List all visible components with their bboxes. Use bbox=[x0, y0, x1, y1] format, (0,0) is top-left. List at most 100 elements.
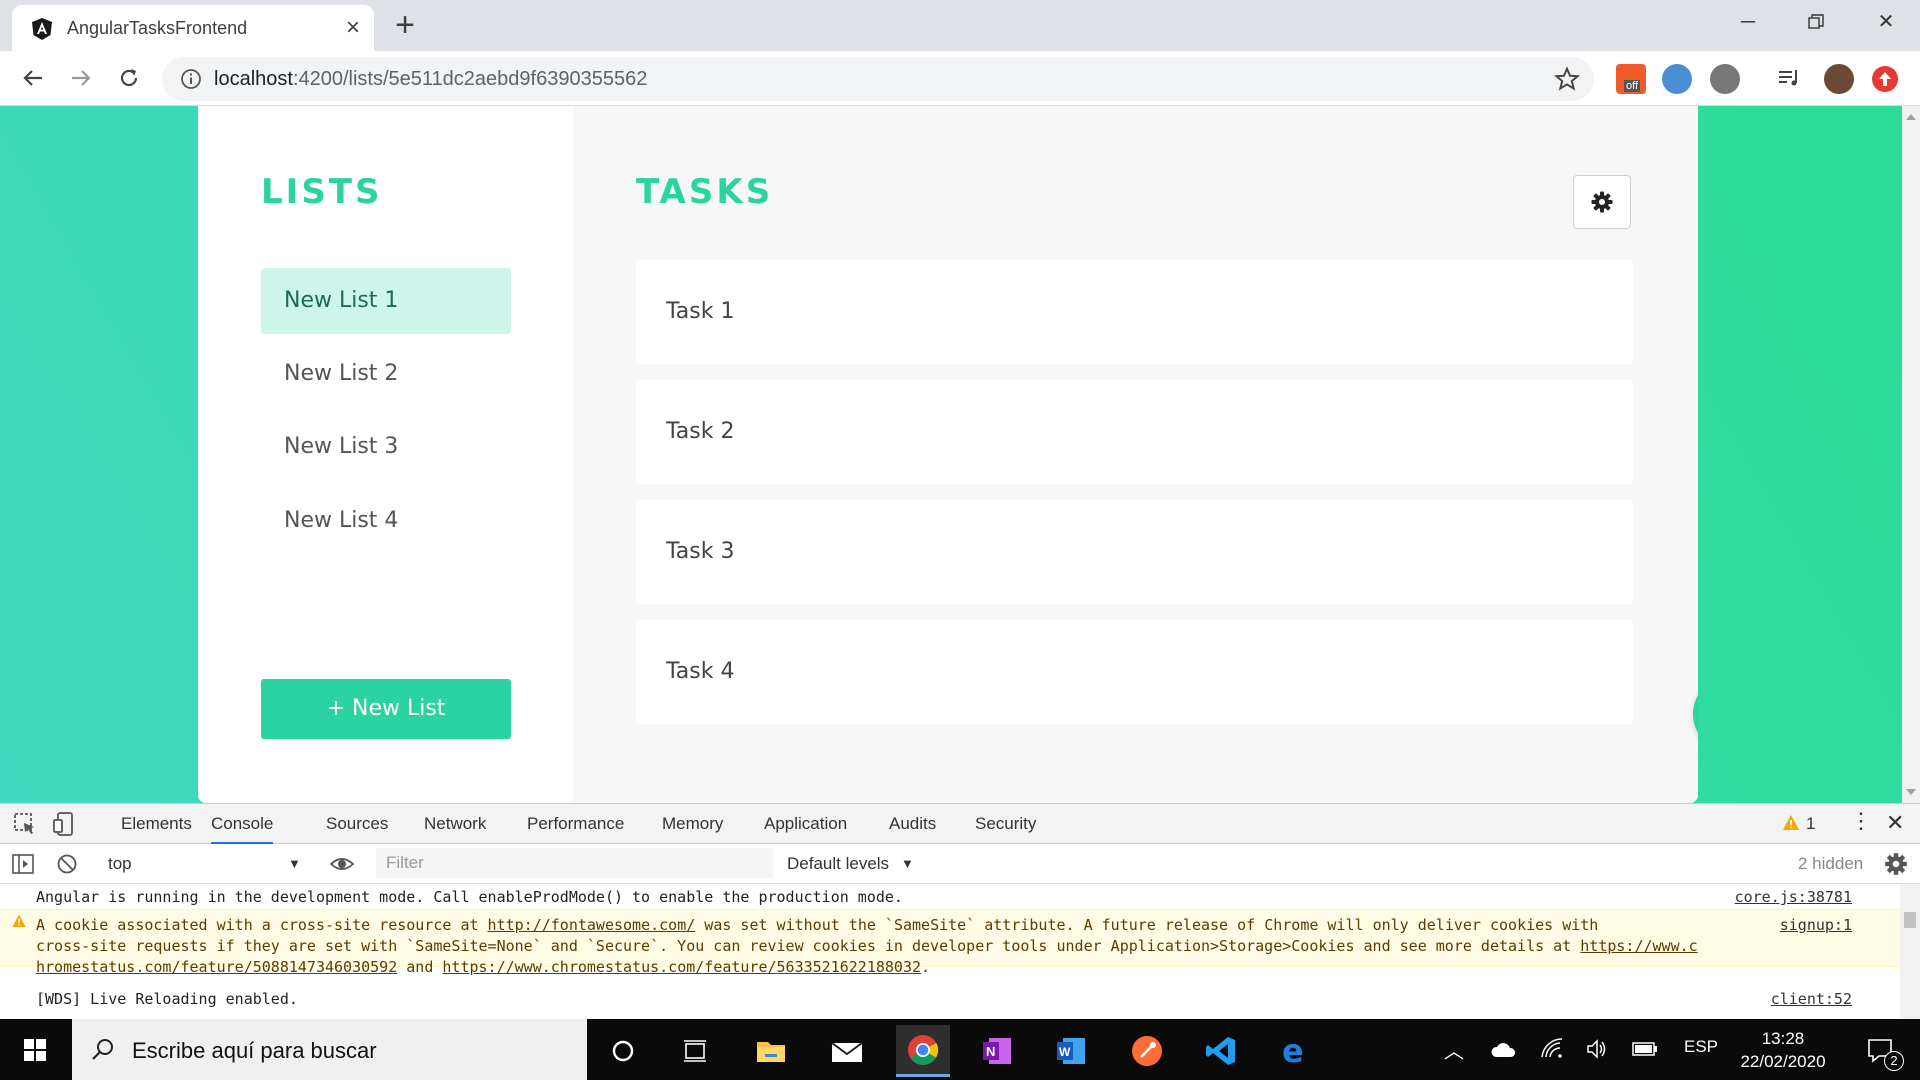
context-selector[interactable]: top bbox=[108, 854, 132, 874]
tab-console[interactable]: Console bbox=[211, 814, 274, 844]
more-options-icon[interactable]: ⋮ bbox=[1850, 810, 1872, 832]
postman-icon[interactable] bbox=[1120, 1025, 1174, 1077]
tray-chevron-icon[interactable]: ︿ bbox=[1444, 1035, 1464, 1064]
forward-arrow-icon[interactable] bbox=[66, 63, 96, 93]
tab-sources[interactable]: Sources bbox=[326, 814, 388, 834]
new-tab-button[interactable]: + bbox=[390, 8, 420, 42]
task-item[interactable]: Task 3 bbox=[636, 500, 1633, 604]
tab-elements[interactable]: Elements bbox=[121, 814, 192, 834]
console-scrollbar[interactable] bbox=[1900, 884, 1920, 1020]
start-button[interactable] bbox=[0, 1019, 70, 1080]
device-toolbar-icon[interactable] bbox=[52, 811, 78, 837]
svg-text:e: e bbox=[1282, 1035, 1304, 1067]
update-icon[interactable] bbox=[1872, 66, 1898, 92]
console-filter-input[interactable]: Filter bbox=[376, 848, 773, 878]
scroll-up-icon[interactable] bbox=[1906, 114, 1916, 120]
chromestatus-link-1[interactable]: https://www.c bbox=[1580, 937, 1697, 955]
list-item[interactable]: New List 3 bbox=[261, 414, 511, 480]
tab-close-icon[interactable]: × bbox=[340, 15, 366, 41]
message-source-link[interactable]: signup:1 bbox=[1780, 915, 1852, 936]
message-source-link[interactable]: client:52 bbox=[1771, 990, 1852, 1008]
notifications-icon[interactable]: 2 bbox=[1854, 1025, 1908, 1077]
context-dropdown-icon[interactable]: ▼ bbox=[288, 856, 301, 871]
task-view-icon[interactable] bbox=[668, 1025, 722, 1077]
tab-memory[interactable]: Memory bbox=[662, 814, 723, 834]
log-levels-dropdown[interactable]: Default levels bbox=[787, 854, 889, 874]
page-scrollbar[interactable] bbox=[1902, 106, 1920, 803]
clear-console-icon[interactable] bbox=[54, 851, 80, 877]
close-devtools-icon[interactable]: ✕ bbox=[1886, 810, 1904, 836]
warning-icon[interactable] bbox=[1782, 814, 1800, 832]
reload-icon[interactable] bbox=[114, 63, 144, 93]
profile-avatar[interactable] bbox=[1824, 64, 1854, 94]
eye-icon[interactable] bbox=[329, 851, 355, 877]
cortana-icon[interactable] bbox=[596, 1025, 650, 1077]
levels-dropdown-icon[interactable]: ▼ bbox=[901, 856, 914, 871]
new-list-button[interactable]: + New List bbox=[261, 679, 511, 739]
warning-icon bbox=[12, 914, 26, 927]
list-item[interactable]: New List 2 bbox=[261, 341, 511, 407]
onenote-icon[interactable]: N bbox=[970, 1025, 1024, 1077]
vscode-icon[interactable] bbox=[1194, 1025, 1248, 1077]
taskbar-search[interactable]: Escribe aquí para buscar bbox=[72, 1019, 587, 1080]
tab-audits[interactable]: Audits bbox=[889, 814, 936, 834]
tab-application[interactable]: Application bbox=[764, 814, 847, 834]
windows-taskbar: Escribe aquí para buscar N W e ︿ ESP 13:… bbox=[0, 1019, 1920, 1080]
bookmark-star-icon[interactable] bbox=[1554, 66, 1580, 92]
extension-blue-icon[interactable] bbox=[1662, 64, 1692, 94]
chromestatus-link-1-cont[interactable]: hromestatus.com/feature/5088147346030592 bbox=[36, 958, 397, 976]
settings-button[interactable] bbox=[1573, 175, 1631, 229]
address-bar[interactable]: localhost:4200/lists/5e511dc2aebd9f63903… bbox=[162, 57, 1594, 101]
console-settings-gear-icon[interactable] bbox=[1883, 851, 1909, 877]
tab-performance[interactable]: Performance bbox=[527, 814, 624, 834]
clock[interactable]: 13:28 22/02/2020 bbox=[1728, 1027, 1838, 1073]
wifi-icon[interactable] bbox=[1540, 1037, 1564, 1059]
message-source-link[interactable]: core.js:38781 bbox=[1735, 888, 1852, 906]
tab-title: AngularTasksFrontend bbox=[67, 18, 248, 38]
file-explorer-icon[interactable] bbox=[744, 1025, 798, 1077]
word-icon[interactable]: W bbox=[1044, 1025, 1098, 1077]
browser-toolbar: localhost:4200/lists/5e511dc2aebd9f63903… bbox=[0, 51, 1920, 106]
mail-icon[interactable] bbox=[820, 1025, 874, 1077]
onedrive-icon[interactable] bbox=[1490, 1041, 1516, 1059]
browser-tab-strip: AngularTasksFrontend × + ─ ✕ bbox=[0, 0, 1920, 51]
tab-network[interactable]: Network bbox=[424, 814, 486, 834]
console-warning: A cookie associated with a cross-site re… bbox=[0, 909, 1900, 976]
chrome-icon[interactable] bbox=[896, 1025, 950, 1077]
restore-icon[interactable] bbox=[1796, 6, 1836, 38]
search-icon bbox=[92, 1039, 113, 1060]
task-item[interactable]: Task 4 bbox=[636, 620, 1633, 724]
scroll-thumb[interactable] bbox=[1904, 912, 1916, 928]
task-item[interactable]: Task 1 bbox=[636, 260, 1633, 364]
chromestatus-link-2[interactable]: https://www.chromestatus.com/feature/563… bbox=[442, 958, 921, 976]
svg-text:N: N bbox=[986, 1044, 995, 1059]
extension-off-icon[interactable]: off bbox=[1616, 64, 1646, 94]
volume-icon[interactable] bbox=[1586, 1039, 1608, 1059]
minimize-icon[interactable]: ─ bbox=[1728, 6, 1768, 38]
browser-tab[interactable]: AngularTasksFrontend × bbox=[12, 5, 374, 51]
back-arrow-icon[interactable] bbox=[18, 63, 48, 93]
task-item[interactable]: Task 2 bbox=[636, 380, 1633, 484]
lists-heading: LISTS bbox=[261, 172, 383, 212]
close-window-icon[interactable]: ✕ bbox=[1866, 6, 1906, 38]
scroll-down-icon[interactable] bbox=[1906, 789, 1916, 795]
battery-icon[interactable] bbox=[1632, 1041, 1658, 1057]
extension-gray-icon[interactable] bbox=[1710, 64, 1740, 94]
console-filter-bar: top ▼ Filter Default levels ▼ 2 hidden bbox=[0, 844, 1920, 884]
url-text[interactable]: localhost:4200/lists/5e511dc2aebd9f63903… bbox=[214, 68, 647, 91]
edge-icon[interactable]: e bbox=[1268, 1025, 1322, 1077]
language-indicator[interactable]: ESP bbox=[1684, 1037, 1718, 1057]
warning-count[interactable]: 1 bbox=[1806, 814, 1815, 834]
fontawesome-link[interactable]: http://fontawesome.com/ bbox=[488, 916, 696, 934]
show-sidebar-icon[interactable] bbox=[10, 851, 36, 877]
lists-sidebar: LISTS New List 1 New List 2 New List 3 N… bbox=[198, 106, 573, 803]
list-item[interactable]: New List 1 bbox=[261, 268, 511, 334]
media-queue-icon[interactable] bbox=[1774, 63, 1804, 93]
tab-security[interactable]: Security bbox=[975, 814, 1036, 834]
extension-badge: off bbox=[1624, 80, 1641, 92]
inspect-element-icon[interactable] bbox=[12, 811, 38, 837]
add-task-button[interactable] bbox=[1693, 676, 1698, 752]
info-icon[interactable] bbox=[180, 68, 202, 90]
list-item[interactable]: New List 4 bbox=[261, 488, 511, 554]
svg-text:W: W bbox=[1059, 1045, 1071, 1059]
